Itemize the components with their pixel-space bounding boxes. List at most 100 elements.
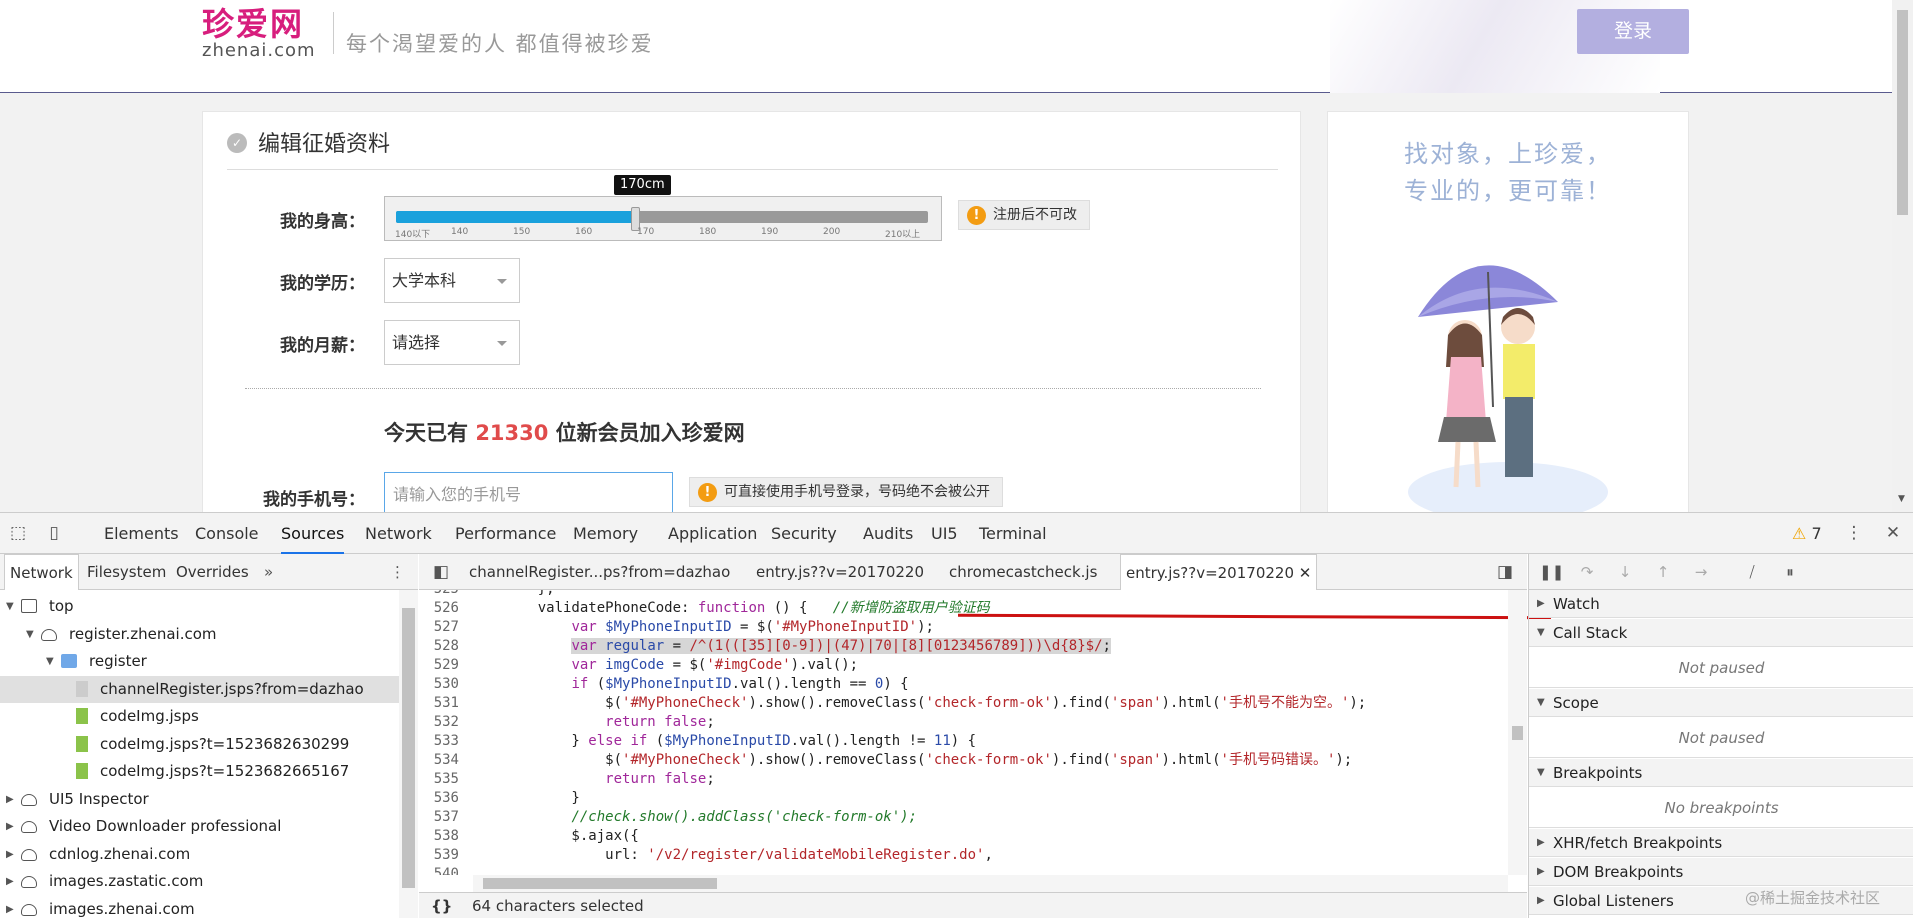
tree-item[interactable]: ▶ Video Downloader professional [0,813,400,840]
tab-security[interactable]: Security [771,513,837,554]
chevron-right-icon[interactable]: ▶ [6,841,14,868]
warnings-badge[interactable]: ⚠ 7 [1792,513,1822,554]
close-icon[interactable]: ✕ [1881,521,1905,545]
section-breakpoints[interactable]: ▼ Breakpoints [1529,759,1913,787]
tree-item-label: register [89,652,147,670]
line-number: 539 [433,847,459,863]
code-line: } else if ($MyPhoneInputID.val().length … [504,733,977,749]
tree-item[interactable]: channelRegister.jsps?from=dazhao [0,675,400,703]
pause-icon[interactable]: ❚❚ [1539,561,1564,583]
warning-icon: ! [698,483,717,502]
tree-item[interactable]: codeImg.jsps?t=1523682630299 [0,731,400,758]
section-xhr-fetch-breakpoints[interactable]: ▶ XHR/fetch Breakpoints [1529,829,1913,857]
chevron-right-icon: ▶ [1537,837,1545,848]
pause-on-exceptions-icon[interactable]: ⏸ [1779,561,1801,583]
editor-tab[interactable]: channelRegister...ps?from=dazhao [469,554,730,590]
section-status: No breakpoints [1529,788,1913,828]
tree-item[interactable]: codeImg.jsps?t=1523682665167 [0,758,400,785]
more-options-icon[interactable]: ⋮ [1842,521,1866,545]
tree-item[interactable]: ▼ register.zhenai.com [0,621,400,648]
sources-navigator: Network Filesystem Overrides » ⋮ ▼ top ▼ regi… [0,554,418,918]
chevron-down-icon[interactable]: ▼ [6,593,14,620]
tree-item[interactable]: codeImg.jsps [0,703,400,730]
device-toolbar-icon[interactable]: ▯ [42,521,66,545]
code-line: validatePhoneCode: function () { //新增防盗取… [504,600,990,616]
tree-item[interactable]: ▶ images.zastatic.com [0,868,400,895]
step-icon[interactable]: → [1690,561,1712,583]
tab-ui5[interactable]: UI5 [931,513,958,554]
section-scope[interactable]: ▼ Scope [1529,689,1913,717]
inspect-element-icon[interactable]: ⬚ [6,521,30,545]
education-select[interactable]: 大学本科 [384,258,520,303]
section-call-stack[interactable]: ▼ Call Stack [1529,619,1913,647]
tree-item[interactable]: ▶ images.zhenai.com [0,896,400,923]
chevron-down-icon[interactable]: ▼ [46,648,54,675]
chevron-down-icon[interactable]: ▼ [26,621,34,648]
step-over-icon[interactable]: ↷ [1576,561,1598,583]
cloud-icon [21,876,37,888]
editor-tab[interactable]: entry.js??v=20170220 [756,554,924,590]
tab-memory[interactable]: Memory [573,513,638,554]
code-editor: ◧ channelRegister...ps?from=dazhao entry.… [419,554,1552,919]
editor-horizontal-scrollbar[interactable] [473,875,1508,892]
chevron-right-icon[interactable]: ▶ [6,786,14,813]
editor-tab[interactable]: entry.js??v=20170220 ✕ [1120,554,1318,590]
form-title: 编辑征婚资料 [258,132,391,157]
navigator-scrollbar[interactable] [399,590,418,918]
section-status: Not paused [1529,648,1913,688]
nav-tab-overrides[interactable]: Overrides [176,554,249,590]
step-into-icon[interactable]: ↓ [1614,561,1636,583]
nav-tab-network[interactable]: Network [4,554,79,590]
chevron-right-icon[interactable]: ▶ [6,868,14,895]
editor-tab[interactable]: chromecastcheck.js [949,554,1097,590]
tab-network[interactable]: Network [365,513,432,554]
tab-sources[interactable]: Sources [281,513,345,554]
couple-umbrella-illustration [1408,265,1608,512]
line-number: 529 [433,657,459,673]
tab-elements[interactable]: Elements [104,513,179,554]
editor-vertical-scrollbar[interactable] [1508,590,1527,875]
salary-label: 我的月薪： [280,336,365,356]
close-icon[interactable]: ✕ [1294,564,1312,582]
toggle-debugger-icon[interactable]: ◨ [1493,560,1517,584]
slider-tick-label: 200 [823,227,841,237]
scroll-down-icon[interactable]: ▼ [1898,494,1905,504]
chevron-right-icon[interactable]: ▶ [6,813,14,840]
tree-item[interactable]: ▶ cdnlog.zhenai.com [0,841,400,868]
tab-performance[interactable]: Performance [455,513,556,554]
code-area[interactable]: 525 }, 526 validatePhoneCode: function ()… [419,590,1527,875]
devtools-panel: ⬚ ▯ Elements Console Sources Network Perform… [0,512,1913,919]
code-line: return false; [605,714,715,730]
tab-application[interactable]: Application [668,513,757,554]
cloud-icon [21,903,37,916]
section-watch[interactable]: ▶ Watch [1529,590,1913,618]
page-scrollbar[interactable]: ▼ [1892,0,1913,512]
phone-label: 我的手机号： [263,490,365,510]
section-dom-breakpoints[interactable]: ▶ DOM Breakpoints [1529,858,1913,886]
tree-item[interactable]: ▼ register [0,648,400,675]
tree-item-label: codeImg.jsps?t=1523682630299 [100,734,350,753]
tab-console[interactable]: Console [195,513,259,554]
deactivate-breakpoints-icon[interactable]: ⧸ [1741,561,1763,583]
tab-terminal[interactable]: Terminal [979,513,1047,554]
tree-item-label: codeImg.jsps?t=1523682665167 [100,762,350,780]
more-options-icon[interactable]: ⋮ [390,554,405,590]
chevron-right-icon[interactable]: ▶ [6,896,14,923]
login-button[interactable]: 登录 [1577,9,1689,54]
phone-input[interactable]: 请输入您的手机号 [384,472,673,512]
slider-tick-label: 150 [513,227,531,237]
more-tabs-icon[interactable]: » [264,554,273,590]
code-line: if ($MyPhoneInputID.val().length == 0) { [571,676,909,692]
folder-icon [61,654,77,668]
nav-tab-filesystem[interactable]: Filesystem [87,554,166,590]
tree-item[interactable]: ▼ top [0,593,400,620]
salary-select[interactable]: 请选择 [384,320,520,365]
line-number: 532 [433,714,459,730]
height-slider[interactable]: 140以下 140 150 160 170 180 190 200 210以上 [384,196,942,241]
step-out-icon[interactable]: ↑ [1652,561,1674,583]
tab-audits[interactable]: Audits [863,513,913,554]
tree-item[interactable]: ▶ UI5 Inspector [0,786,400,813]
pretty-print-icon[interactable]: {} [431,893,452,919]
site-logo[interactable]: 珍爱网 zhenai.com [202,6,322,62]
toggle-navigator-icon[interactable]: ◧ [429,560,453,584]
